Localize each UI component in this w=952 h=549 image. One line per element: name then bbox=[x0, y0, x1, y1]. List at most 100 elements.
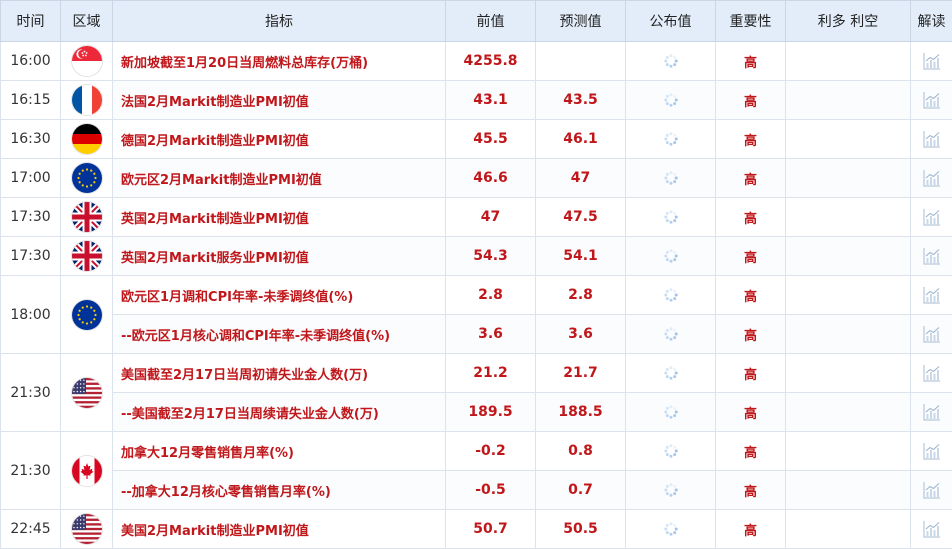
chart-analysis-icon[interactable] bbox=[922, 207, 942, 227]
table-row: --欧元区1月核心调和CPI年率-未季调终值(%)3.63.6高 bbox=[1, 315, 952, 354]
row-importance: 高 bbox=[716, 276, 786, 315]
row-impact bbox=[786, 393, 911, 432]
chart-analysis-icon[interactable] bbox=[922, 402, 942, 422]
row-previous: 43.1 bbox=[446, 81, 536, 120]
row-time: 21:30 bbox=[1, 354, 61, 432]
row-impact bbox=[786, 315, 911, 354]
table-row: 16:15法国2月Markit制造业PMI初值43.143.5高 bbox=[1, 81, 952, 120]
header-previous: 前值 bbox=[446, 1, 536, 42]
row-indicator[interactable]: --加拿大12月核心零售销售月率(%) bbox=[113, 471, 446, 510]
header-importance: 重要性 bbox=[716, 1, 786, 42]
row-impact bbox=[786, 276, 911, 315]
row-interpret[interactable] bbox=[911, 315, 952, 354]
row-interpret[interactable] bbox=[911, 81, 952, 120]
row-impact bbox=[786, 159, 911, 198]
row-actual bbox=[626, 276, 716, 315]
row-region bbox=[61, 120, 113, 159]
row-indicator[interactable]: 英国2月Markit服务业PMI初值 bbox=[113, 237, 446, 276]
chart-analysis-icon[interactable] bbox=[922, 363, 942, 383]
table-row: 16:30德国2月Markit制造业PMI初值45.546.1高 bbox=[1, 120, 952, 159]
uk-flag-icon bbox=[72, 202, 102, 232]
row-time: 17:00 bbox=[1, 159, 61, 198]
row-indicator[interactable]: 美国截至2月17日当周初请失业金人数(万) bbox=[113, 354, 446, 393]
row-region bbox=[61, 510, 113, 549]
row-previous: -0.5 bbox=[446, 471, 536, 510]
chart-analysis-icon[interactable] bbox=[922, 441, 942, 461]
chart-analysis-icon[interactable] bbox=[922, 285, 942, 305]
row-interpret[interactable] bbox=[911, 159, 952, 198]
row-forecast bbox=[536, 42, 626, 81]
row-indicator[interactable]: --欧元区1月核心调和CPI年率-未季调终值(%) bbox=[113, 315, 446, 354]
row-indicator[interactable]: --美国截至2月17日当周续请失业金人数(万) bbox=[113, 393, 446, 432]
row-region bbox=[61, 159, 113, 198]
row-forecast: 3.6 bbox=[536, 315, 626, 354]
row-actual bbox=[626, 42, 716, 81]
row-interpret[interactable] bbox=[911, 432, 952, 471]
row-indicator[interactable]: 新加坡截至1月20日当周燃料总库存(万桶) bbox=[113, 42, 446, 81]
row-forecast: 0.7 bbox=[536, 471, 626, 510]
eu-flag-icon bbox=[72, 163, 102, 193]
row-actual bbox=[626, 159, 716, 198]
row-region bbox=[61, 237, 113, 276]
chart-analysis-icon[interactable] bbox=[922, 51, 942, 71]
row-actual bbox=[626, 81, 716, 120]
row-previous: 47 bbox=[446, 198, 536, 237]
row-forecast: 2.8 bbox=[536, 276, 626, 315]
row-interpret[interactable] bbox=[911, 354, 952, 393]
row-indicator[interactable]: 英国2月Markit制造业PMI初值 bbox=[113, 198, 446, 237]
row-actual bbox=[626, 120, 716, 159]
row-actual bbox=[626, 393, 716, 432]
table-row: --加拿大12月核心零售销售月率(%)-0.50.7高 bbox=[1, 471, 952, 510]
row-impact bbox=[786, 432, 911, 471]
row-previous: 45.5 bbox=[446, 120, 536, 159]
row-indicator[interactable]: 德国2月Markit制造业PMI初值 bbox=[113, 120, 446, 159]
row-indicator[interactable]: 法国2月Markit制造业PMI初值 bbox=[113, 81, 446, 120]
row-region bbox=[61, 198, 113, 237]
row-impact bbox=[786, 120, 911, 159]
row-interpret[interactable] bbox=[911, 42, 952, 81]
row-previous: 189.5 bbox=[446, 393, 536, 432]
row-interpret[interactable] bbox=[911, 393, 952, 432]
row-impact bbox=[786, 198, 911, 237]
loading-spinner-icon bbox=[663, 443, 679, 459]
header-interpret: 解读 bbox=[911, 1, 952, 42]
row-indicator[interactable]: 欧元区2月Markit制造业PMI初值 bbox=[113, 159, 446, 198]
row-impact bbox=[786, 510, 911, 549]
row-previous: -0.2 bbox=[446, 432, 536, 471]
germany-flag-icon bbox=[72, 124, 102, 154]
row-indicator[interactable]: 加拿大12月零售销售月率(%) bbox=[113, 432, 446, 471]
chart-analysis-icon[interactable] bbox=[922, 129, 942, 149]
row-importance: 高 bbox=[716, 393, 786, 432]
row-forecast: 188.5 bbox=[536, 393, 626, 432]
chart-analysis-icon[interactable] bbox=[922, 519, 942, 539]
row-indicator[interactable]: 美国2月Markit制造业PMI初值 bbox=[113, 510, 446, 549]
row-interpret[interactable] bbox=[911, 471, 952, 510]
chart-analysis-icon[interactable] bbox=[922, 246, 942, 266]
row-importance: 高 bbox=[716, 198, 786, 237]
row-interpret[interactable] bbox=[911, 510, 952, 549]
us-flag-icon bbox=[72, 514, 102, 544]
row-interpret[interactable] bbox=[911, 198, 952, 237]
loading-spinner-icon bbox=[663, 248, 679, 264]
chart-analysis-icon[interactable] bbox=[922, 90, 942, 110]
us-flag-icon bbox=[72, 378, 102, 408]
table-row: --美国截至2月17日当周续请失业金人数(万)189.5188.5 高 bbox=[1, 393, 952, 432]
row-region bbox=[61, 81, 113, 120]
uk-flag-icon bbox=[72, 241, 102, 271]
chart-analysis-icon[interactable] bbox=[922, 324, 942, 344]
row-importance: 高 bbox=[716, 81, 786, 120]
row-region bbox=[61, 276, 113, 354]
row-interpret[interactable] bbox=[911, 276, 952, 315]
row-importance: 高 bbox=[716, 159, 786, 198]
row-actual bbox=[626, 354, 716, 393]
row-importance: 高 bbox=[716, 315, 786, 354]
row-importance: 高 bbox=[716, 354, 786, 393]
row-indicator[interactable]: 欧元区1月调和CPI年率-未季调终值(%) bbox=[113, 276, 446, 315]
row-interpret[interactable] bbox=[911, 237, 952, 276]
chart-analysis-icon[interactable] bbox=[922, 480, 942, 500]
row-previous: 3.6 bbox=[446, 315, 536, 354]
row-interpret[interactable] bbox=[911, 120, 952, 159]
row-actual bbox=[626, 510, 716, 549]
row-impact bbox=[786, 42, 911, 81]
chart-analysis-icon[interactable] bbox=[922, 168, 942, 188]
